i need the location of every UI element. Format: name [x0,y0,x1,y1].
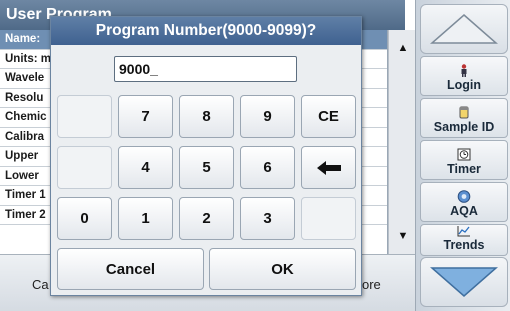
key-7-button[interactable]: 7 [118,95,173,138]
arrow-down-icon [430,267,498,297]
trends-chart-icon [457,225,471,237]
person-icon [457,64,471,77]
key-0-button[interactable]: 0 [57,197,112,240]
key-9-button[interactable]: 9 [240,95,295,138]
aqa-label: AQA [450,204,478,218]
sidebar: Login Sample ID Timer AQA Trends [415,0,510,311]
nav-down-button[interactable] [420,257,508,307]
program-number-input[interactable]: 9000_ [114,56,297,82]
nav-up-button[interactable] [420,4,508,54]
ok-button[interactable]: OK [209,248,356,290]
aqa-button[interactable]: AQA [420,182,508,222]
trends-label: Trends [443,238,485,252]
backspace-arrow-icon [316,160,341,175]
key-4-button[interactable]: 4 [118,146,173,189]
background-more-label: ore [362,277,381,292]
blank-key [57,146,112,189]
key-1-button[interactable]: 1 [118,197,173,240]
timer-icon [457,148,471,161]
scroll-down-icon[interactable]: ▼ [391,224,415,248]
clear-entry-button[interactable]: CE [301,95,356,138]
key-6-button[interactable]: 6 [240,146,295,189]
key-5-button[interactable]: 5 [179,146,234,189]
login-label: Login [446,78,481,92]
screen: User Program Name: Units: m Wavele Resol… [0,0,510,311]
login-button[interactable]: Login [420,56,508,96]
trends-button[interactable]: Trends [420,224,508,256]
aqa-icon [457,190,471,203]
scroll-up-icon[interactable]: ▲ [391,36,415,60]
blank-key [301,197,356,240]
arrow-up-icon [430,14,498,44]
key-8-button[interactable]: 8 [179,95,234,138]
program-number-dialog: Program Number(9000-9099)? 9000_ 7 8 9 C… [50,16,362,296]
sample-id-button[interactable]: Sample ID [420,98,508,138]
cancel-button[interactable]: Cancel [57,248,204,290]
sample-id-label: Sample ID [433,120,495,134]
blank-key [57,95,112,138]
backspace-button[interactable] [301,146,356,189]
timer-label: Timer [447,162,481,176]
key-3-button[interactable]: 3 [240,197,295,240]
dialog-title: Program Number(9000-9099)? [51,17,361,45]
list-scrollbar[interactable]: ▲ ▼ [388,30,416,254]
key-2-button[interactable]: 2 [179,197,234,240]
sample-vial-icon [457,106,471,119]
timer-button[interactable]: Timer [420,140,508,180]
background-cancel-label: Ca [32,277,49,292]
